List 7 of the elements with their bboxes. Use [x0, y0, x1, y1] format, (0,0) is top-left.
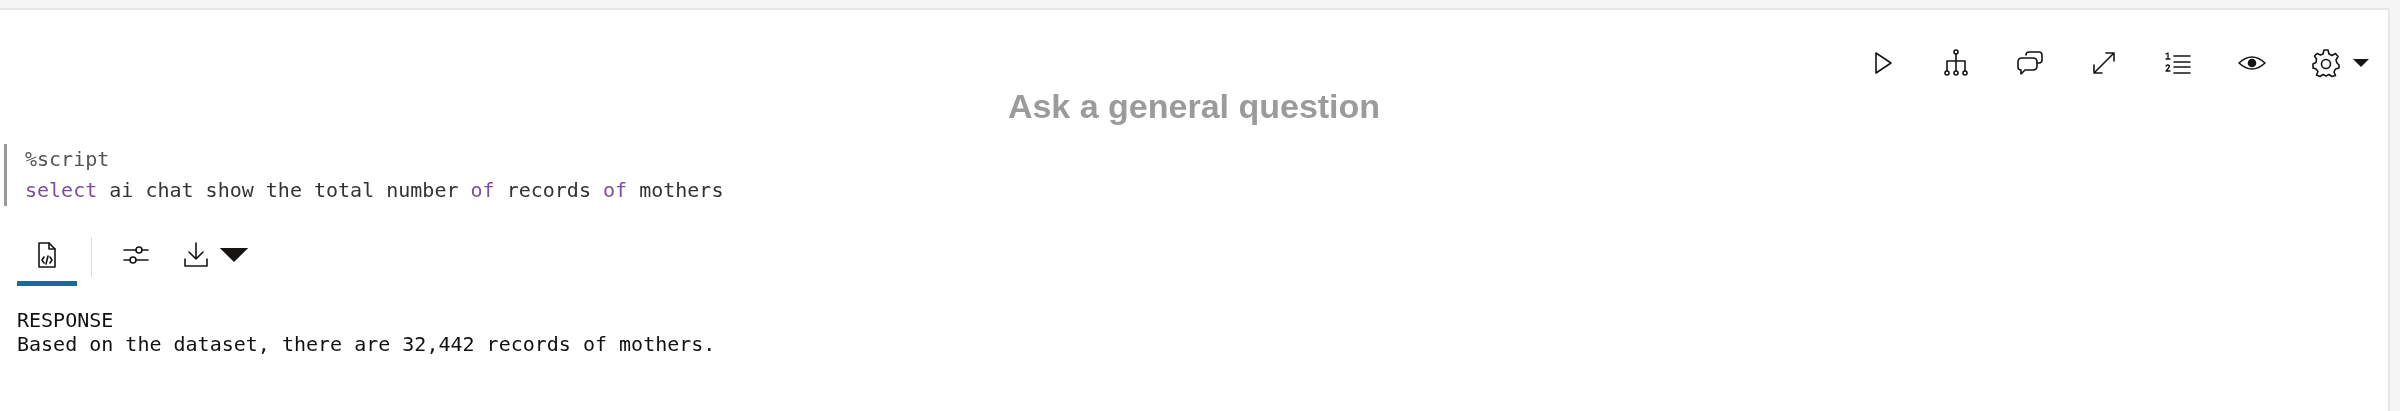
- response-text: Based on the dataset, there are 32,442 records of mothers.: [17, 332, 717, 356]
- paragraph-title: Ask a general question: [1006, 86, 1382, 126]
- code-line: select ai chat show the total number of records of mothers: [25, 177, 725, 204]
- settings-icon: [2310, 47, 2342, 79]
- response-heading: RESPONSE: [17, 308, 115, 332]
- code-line: %script: [25, 146, 111, 173]
- caret-icon[interactable]: [2352, 58, 2370, 68]
